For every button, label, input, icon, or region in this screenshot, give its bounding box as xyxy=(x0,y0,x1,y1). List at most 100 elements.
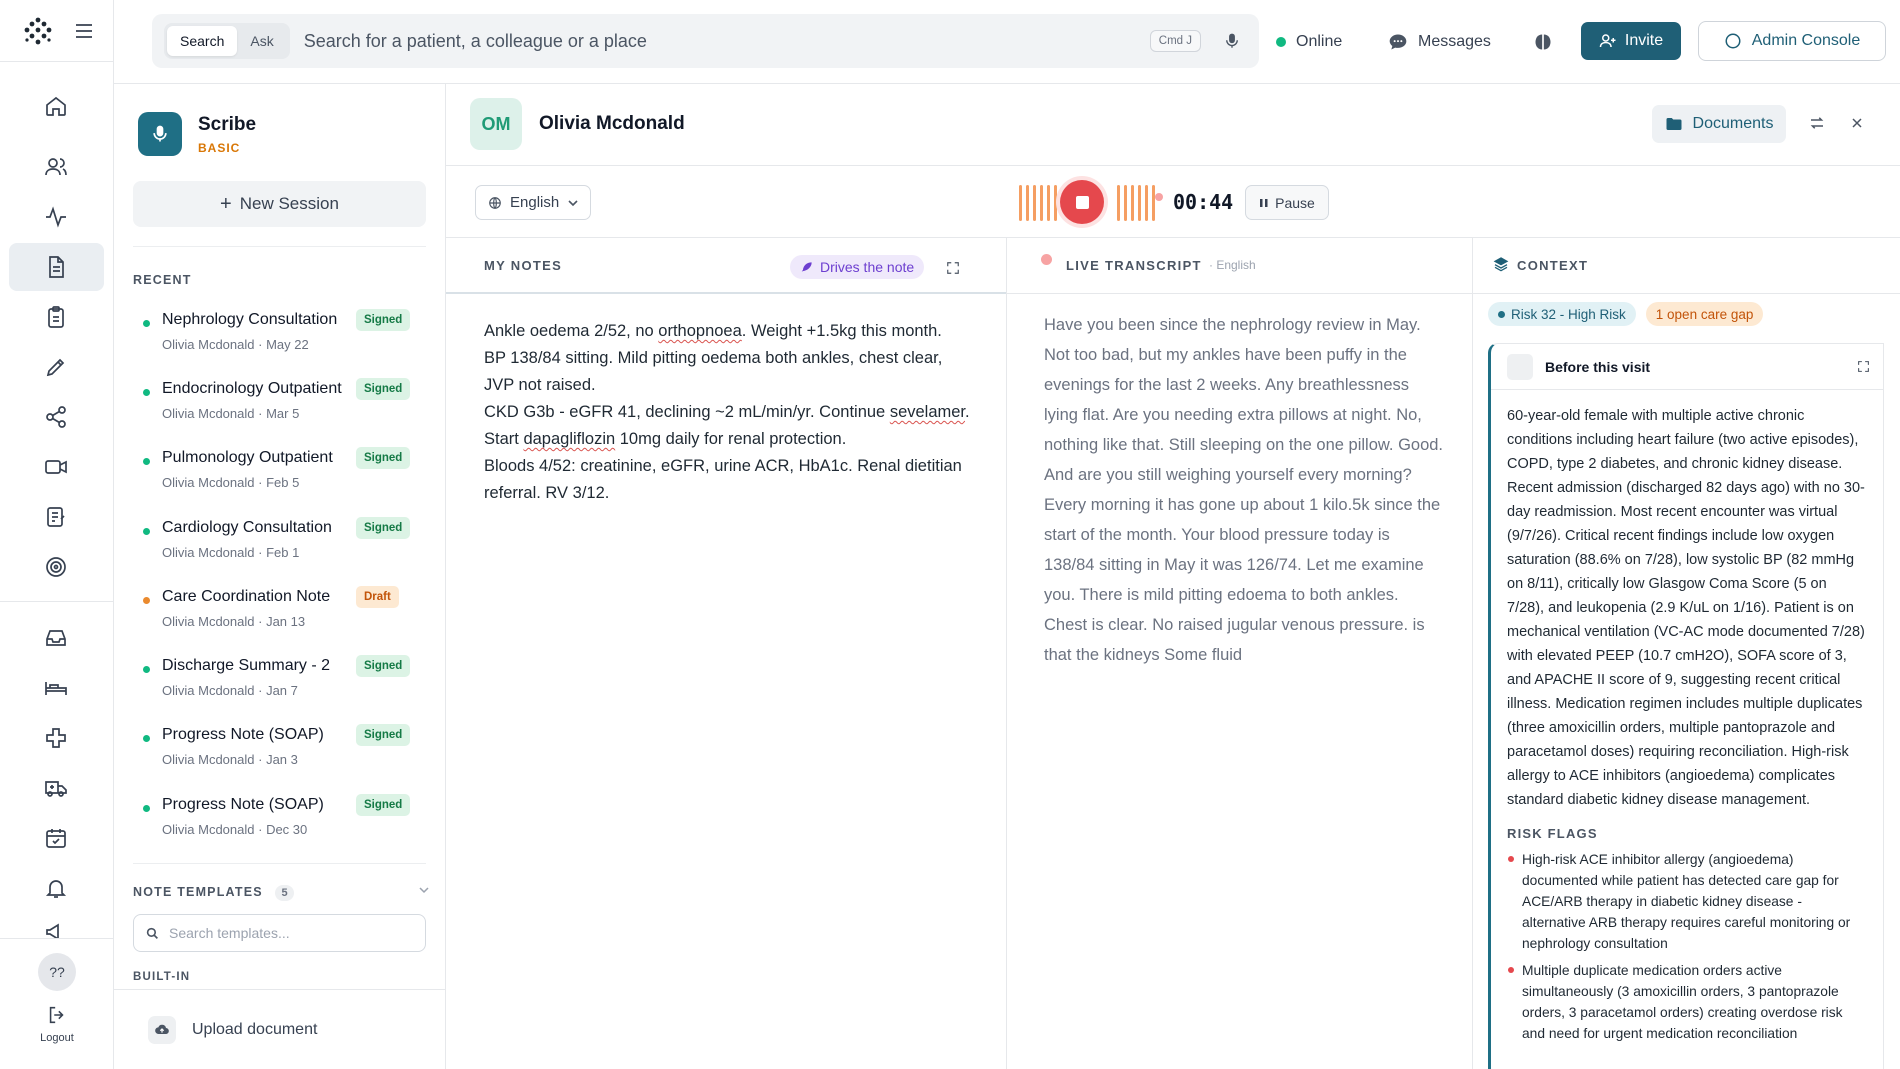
feather-icon xyxy=(801,262,812,272)
context-heading: CONTEXT xyxy=(1517,258,1589,273)
session-date: Jan 3 xyxy=(266,752,298,767)
session-date: Feb 1 xyxy=(266,545,300,560)
expand-icon[interactable] xyxy=(946,261,960,275)
scribe-mic-icon xyxy=(138,112,182,156)
online-status[interactable]: Online xyxy=(1276,0,1342,84)
recent-session-item[interactable]: Discharge Summary - 2 Olivia Mcdonald · J… xyxy=(133,653,426,709)
care-gap-badge[interactable]: 1 open care gap xyxy=(1645,302,1764,326)
recent-session-item[interactable]: Progress Note (SOAP) Olivia Mcdonald · De… xyxy=(133,792,426,848)
layers-icon xyxy=(1493,257,1509,272)
recent-session-item[interactable]: Endocrinology Outpatient Olivia Mcdonald … xyxy=(133,376,426,432)
template-search-input[interactable]: Search templates... xyxy=(133,914,426,952)
help-button[interactable]: ?? xyxy=(38,953,76,991)
risk-score-badge[interactable]: Risk 32 - High Risk xyxy=(1488,302,1636,326)
rail-header xyxy=(0,0,113,62)
users-icon[interactable] xyxy=(38,149,74,185)
add-user-icon xyxy=(1599,34,1616,48)
logout-button[interactable]: Logout xyxy=(0,1004,114,1044)
drives-note-badge[interactable]: Drives the note xyxy=(790,255,925,279)
icon-rail: ?? Logout xyxy=(0,0,114,1069)
recent-session-item[interactable]: Nephrology Consultation Olivia Mcdonald ·… xyxy=(133,307,426,363)
microphone-icon[interactable] xyxy=(1223,32,1241,50)
app-logo-icon[interactable] xyxy=(24,17,52,45)
expand-icon[interactable] xyxy=(1857,360,1870,373)
inbox-icon[interactable] xyxy=(38,620,74,656)
ambulance-icon[interactable] xyxy=(38,770,74,806)
invite-button[interactable]: Invite xyxy=(1581,22,1681,60)
admin-console-label: Admin Console xyxy=(1751,32,1861,49)
plan-badge: BASIC xyxy=(198,140,241,155)
close-icon[interactable] xyxy=(1849,115,1865,131)
session-meta: Olivia Mcdonald · May 22 xyxy=(162,337,309,352)
notes-editor[interactable]: Ankle oedema 2/52, no orthopnoea. Weight… xyxy=(484,318,974,507)
messages-button[interactable]: Messages xyxy=(1388,0,1491,84)
plus-icon: + xyxy=(220,193,232,215)
recent-session-item[interactable]: Cardiology Consultation Olivia Mcdonald ·… xyxy=(133,515,426,571)
new-session-button[interactable]: + New Session xyxy=(133,181,426,227)
pause-button[interactable]: Pause xyxy=(1245,185,1329,220)
context-header: CONTEXT xyxy=(1473,238,1900,294)
patient-name[interactable]: Olivia Mcdonald xyxy=(539,113,685,135)
patient-header: OM Olivia Mcdonald Documents xyxy=(446,84,1900,166)
divider xyxy=(133,246,426,247)
circle-icon xyxy=(1725,33,1741,49)
session-title: Progress Note (SOAP) xyxy=(162,796,324,813)
bell-icon[interactable] xyxy=(38,870,74,906)
recorder-bar: English 00:44 Pause xyxy=(446,166,1900,238)
online-dot xyxy=(1276,37,1286,47)
pause-label: Pause xyxy=(1275,194,1315,211)
megaphone-icon[interactable] xyxy=(38,920,74,938)
before-visit-card: Before this visit 60-year-old female wit… xyxy=(1488,343,1884,1069)
checklist-icon[interactable] xyxy=(38,499,74,535)
share-icon[interactable] xyxy=(38,399,74,435)
session-meta: Olivia Mcdonald · Mar 5 xyxy=(162,406,299,421)
target-icon[interactable] xyxy=(38,549,74,585)
recent-heading: RECENT xyxy=(133,273,192,287)
status-dot xyxy=(143,805,150,812)
swap-icon[interactable] xyxy=(1808,114,1826,132)
session-title: Care Coordination Note xyxy=(162,588,331,605)
session-patient: Olivia Mcdonald xyxy=(162,822,255,837)
mode-search-tab[interactable]: Search xyxy=(167,26,238,56)
folder-icon xyxy=(1666,118,1682,130)
document-icon[interactable] xyxy=(38,249,74,285)
admin-console-button[interactable]: Admin Console xyxy=(1698,21,1886,61)
templates-heading[interactable]: NOTE TEMPLATES 5 xyxy=(133,885,294,901)
clipboard-icon[interactable] xyxy=(38,299,74,335)
activity-icon[interactable] xyxy=(38,199,74,235)
scribe-sidebar: Scribe BASIC + New Session RECENT Nephro… xyxy=(114,84,446,1069)
session-patient: Olivia Mcdonald xyxy=(162,683,255,698)
bed-icon[interactable] xyxy=(38,670,74,706)
video-icon[interactable] xyxy=(38,449,74,485)
meta-separator: · xyxy=(254,683,267,698)
risk-score-label: Risk 32 - High Risk xyxy=(1511,306,1626,322)
recent-session-item[interactable]: Care Coordination Note Olivia Mcdonald · … xyxy=(133,584,426,640)
session-patient: Olivia Mcdonald xyxy=(162,545,255,560)
session-title: Progress Note (SOAP) xyxy=(162,726,324,743)
search-input[interactable]: Search for a patient, a colleague or a p… xyxy=(304,31,1150,52)
meta-separator: · xyxy=(254,822,267,837)
plus-cross-icon[interactable] xyxy=(38,720,74,756)
transcript-language: · English xyxy=(1209,258,1256,272)
mode-ask-tab[interactable]: Ask xyxy=(237,26,286,56)
upload-document-button[interactable]: Upload document xyxy=(114,989,446,1069)
rail-divider xyxy=(0,938,114,939)
calendar-icon[interactable] xyxy=(38,820,74,856)
note-line: Bloods 4/52: creatinine, eGFR, urine ACR… xyxy=(484,457,962,502)
theme-toggle[interactable] xyxy=(1533,0,1553,84)
session-date: Jan 7 xyxy=(266,683,298,698)
pen-icon[interactable] xyxy=(38,349,74,385)
home-icon[interactable] xyxy=(38,88,74,124)
status-dot xyxy=(143,735,150,742)
shortcut-hint: Cmd J xyxy=(1149,30,1201,52)
recent-session-item[interactable]: Pulmonology Outpatient Olivia Mcdonald · … xyxy=(133,445,426,501)
stop-recording-button[interactable] xyxy=(1060,180,1104,224)
language-select[interactable]: English xyxy=(475,185,591,220)
documents-button[interactable]: Documents xyxy=(1652,105,1786,143)
chevron-down-icon[interactable] xyxy=(418,884,430,896)
session-title: Nephrology Consultation xyxy=(162,311,338,328)
recent-session-item[interactable]: Progress Note (SOAP) Olivia Mcdonald · Ja… xyxy=(133,722,426,778)
note-line: CKD G3b - eGFR 41, declining ~2 mL/min/y… xyxy=(484,403,970,421)
templates-count: 5 xyxy=(275,885,294,901)
menu-icon[interactable] xyxy=(74,21,94,41)
